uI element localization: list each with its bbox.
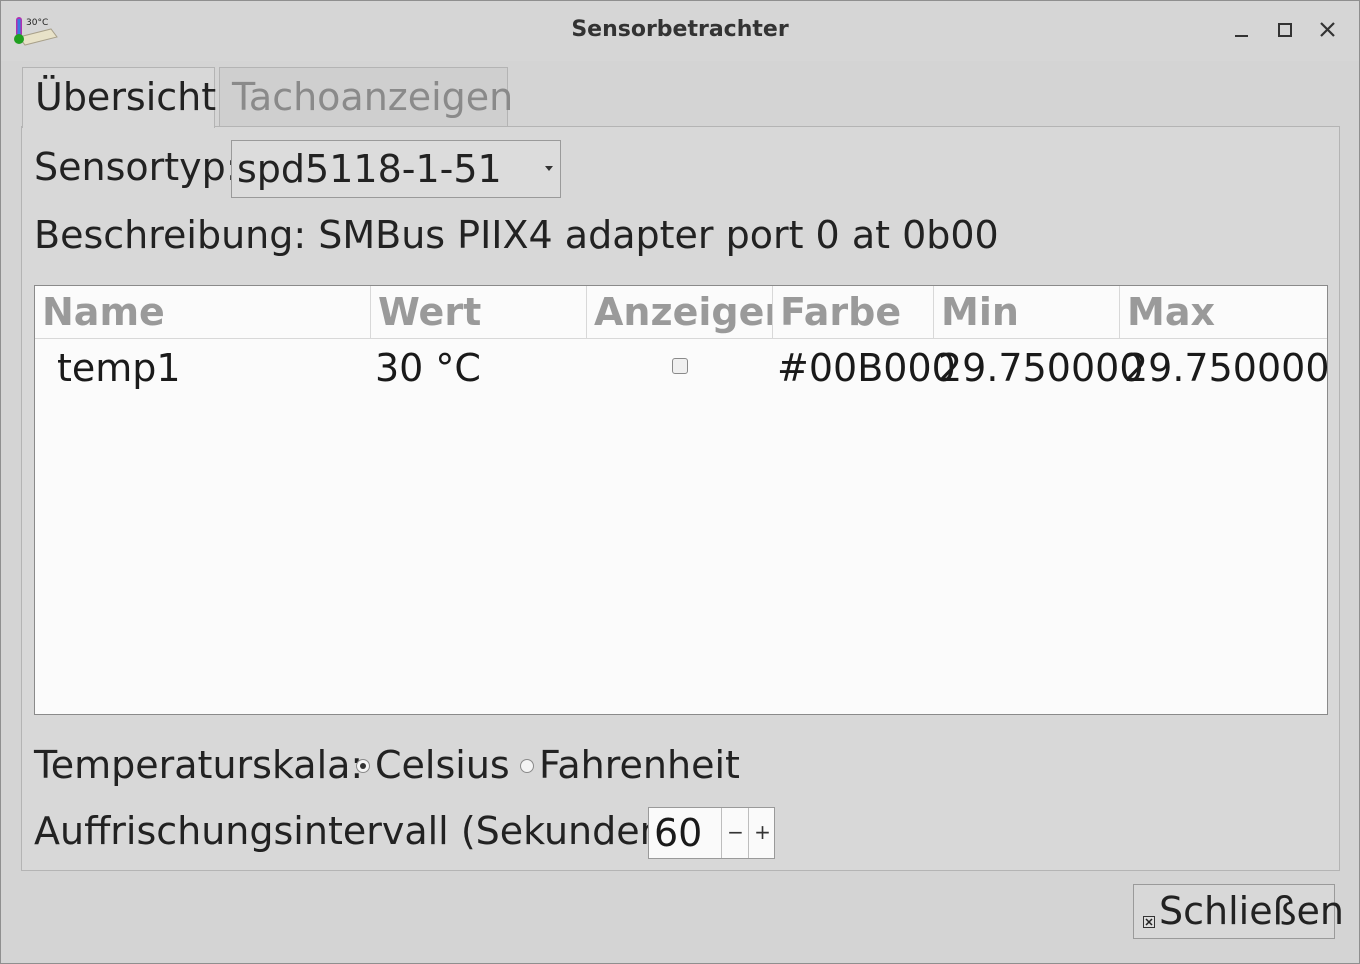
cell-name: temp1 bbox=[57, 346, 181, 390]
column-header-color[interactable]: Farbe bbox=[772, 286, 933, 338]
column-header-min[interactable]: Min bbox=[933, 286, 1119, 338]
minimize-icon bbox=[1235, 35, 1248, 37]
close-icon bbox=[1320, 22, 1335, 37]
title-bar[interactable]: 30°C Sensorbetrachter bbox=[1, 1, 1359, 61]
sensor-type-label: Sensortyp: bbox=[34, 145, 239, 189]
table-header: Name Wert Anzeigen Farbe Min Max bbox=[35, 286, 1327, 339]
fahrenheit-radio[interactable] bbox=[520, 759, 534, 773]
column-header-name[interactable]: Name bbox=[35, 286, 370, 338]
close-button-label: Schließen bbox=[1159, 889, 1344, 933]
chevron-down-icon bbox=[545, 166, 553, 171]
cell-max: 29.750000 bbox=[1124, 346, 1330, 390]
celsius-radio[interactable] bbox=[356, 759, 370, 773]
celsius-label[interactable]: Celsius bbox=[375, 743, 510, 787]
cell-min: 29.750000 bbox=[938, 346, 1144, 390]
close-icon bbox=[1143, 916, 1155, 928]
window-title: Sensorbetrachter bbox=[571, 17, 789, 42]
sensor-description: Beschreibung: SMBus PIIX4 adapter port 0… bbox=[34, 213, 999, 257]
sensor-viewer-window: 30°C Sensorbetrachter Übersicht Tachoanz… bbox=[0, 0, 1360, 964]
tab-overview[interactable]: Übersicht bbox=[22, 67, 216, 128]
increment-button[interactable]: + bbox=[748, 808, 776, 858]
maximize-button[interactable] bbox=[1270, 15, 1300, 45]
column-header-show[interactable]: Anzeigen bbox=[586, 286, 772, 338]
column-header-max[interactable]: Max bbox=[1119, 286, 1327, 338]
refresh-interval-value[interactable]: 60 bbox=[654, 808, 702, 858]
tab-gauges[interactable]: Tachoanzeigen bbox=[219, 67, 513, 127]
sensor-type-dropdown[interactable]: spd5118-1-51 bbox=[231, 140, 561, 198]
column-header-value[interactable]: Wert bbox=[370, 286, 586, 338]
refresh-interval-label: Auffrischungsintervall (Sekunden): bbox=[34, 809, 692, 853]
fahrenheit-label[interactable]: Fahrenheit bbox=[539, 743, 740, 787]
refresh-interval-spinbox[interactable]: 60 − + bbox=[648, 807, 775, 859]
cell-value: 30 °C bbox=[375, 346, 481, 390]
close-button[interactable]: Schließen bbox=[1133, 884, 1344, 939]
show-checkbox[interactable] bbox=[672, 358, 688, 374]
maximize-icon bbox=[1278, 23, 1292, 37]
minimize-button[interactable] bbox=[1227, 15, 1257, 45]
decrement-button[interactable]: − bbox=[721, 808, 749, 858]
temperature-scale-label: Temperaturskala: bbox=[34, 743, 364, 787]
sensor-type-value: spd5118-1-51 bbox=[237, 147, 502, 191]
close-window-button[interactable] bbox=[1313, 15, 1343, 45]
sensor-table[interactable]: Name Wert Anzeigen Farbe Min Max temp1 3… bbox=[34, 285, 1330, 715]
cell-color[interactable]: #00B000 bbox=[777, 344, 956, 392]
